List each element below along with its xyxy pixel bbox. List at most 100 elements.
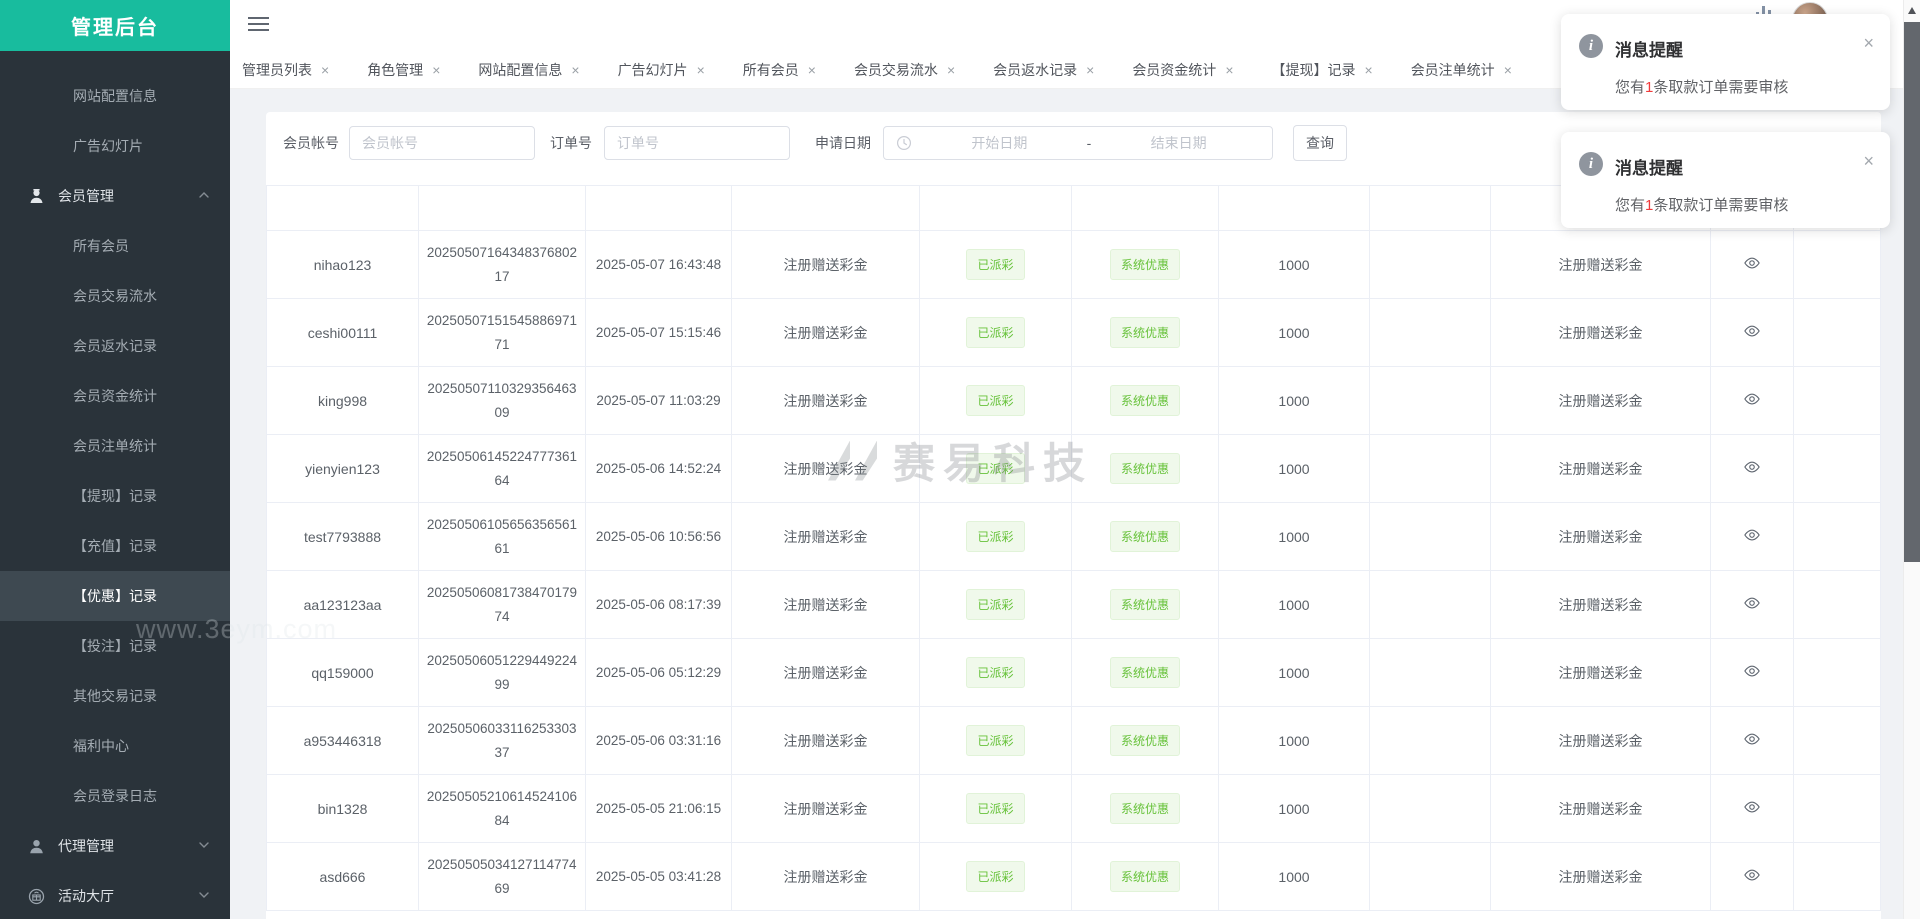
search-button[interactable]: 查询 bbox=[1293, 125, 1347, 161]
close-icon[interactable]: × bbox=[1863, 34, 1874, 52]
table-row[interactable]: ceshi00111 2025050715154588697171 2025-0… bbox=[266, 298, 1881, 367]
table-row[interactable]: qq159000 2025050605122944922499 2025-05-… bbox=[266, 638, 1881, 707]
sidebar-item[interactable]: 会员登录日志 bbox=[0, 771, 230, 821]
cell-date: 2025-05-05 03:41:28 bbox=[585, 842, 732, 911]
eye-icon[interactable] bbox=[1743, 526, 1761, 544]
eye-icon[interactable] bbox=[1743, 798, 1761, 816]
tab[interactable]: 网站配置信息 × bbox=[478, 60, 579, 80]
sidebar-item[interactable]: 会员管理 bbox=[0, 171, 230, 221]
cell-order-no: 2025050715154588697171 bbox=[418, 298, 586, 367]
eye-icon[interactable] bbox=[1743, 322, 1761, 340]
hamburger-icon[interactable] bbox=[248, 17, 269, 34]
eye-icon[interactable] bbox=[1743, 662, 1761, 680]
cell-date: 2025-05-06 05:12:29 bbox=[585, 638, 732, 707]
order-input[interactable] bbox=[604, 126, 790, 160]
eye-icon[interactable] bbox=[1743, 730, 1761, 748]
tab[interactable]: 会员返水记录 × bbox=[993, 60, 1094, 80]
tab[interactable]: 会员交易流水 × bbox=[854, 60, 955, 80]
sidebar-item[interactable]: 所有会员 bbox=[0, 221, 230, 271]
type-badge: 系统优惠 bbox=[1109, 521, 1180, 552]
sidebar-item[interactable]: 【提现】记录 bbox=[0, 471, 230, 521]
table-row[interactable]: aa123123aa 2025050608173847017974 2025-0… bbox=[266, 570, 1881, 639]
cell-amount: 1000 bbox=[1218, 434, 1370, 503]
cell-ip bbox=[1369, 502, 1491, 571]
member-icon bbox=[28, 188, 45, 205]
eye-icon[interactable] bbox=[1743, 594, 1761, 612]
scroll-up-icon[interactable] bbox=[1908, 7, 1916, 14]
sidebar-item[interactable]: 其他交易记录 bbox=[0, 671, 230, 721]
tab-close-icon[interactable]: × bbox=[321, 63, 329, 77]
table-row[interactable]: a953446318 2025050603311625330337 2025-0… bbox=[266, 706, 1881, 775]
table-row[interactable]: yienyien123 2025050614522477736164 2025-… bbox=[266, 434, 1881, 503]
cell-status: 已派彩 bbox=[919, 298, 1072, 367]
cell-type: 系统优惠 bbox=[1071, 842, 1219, 911]
tab-close-icon[interactable]: × bbox=[1365, 63, 1373, 77]
eye-icon[interactable] bbox=[1743, 458, 1761, 476]
tab-close-icon[interactable]: × bbox=[697, 63, 705, 77]
sidebar-item[interactable]: 【充值】记录 bbox=[0, 521, 230, 571]
close-icon[interactable]: × bbox=[1863, 152, 1874, 170]
toast-title: 消息提醒 bbox=[1615, 41, 1683, 60]
date-start-input[interactable] bbox=[918, 134, 1081, 152]
date-end-input[interactable] bbox=[1097, 134, 1261, 152]
cell-type: 系统优惠 bbox=[1071, 502, 1219, 571]
eye-icon[interactable] bbox=[1743, 390, 1761, 408]
tab[interactable]: 角色管理 × bbox=[367, 60, 440, 80]
status-badge: 已派彩 bbox=[966, 589, 1025, 620]
tab-close-icon[interactable]: × bbox=[571, 63, 579, 77]
tab[interactable]: 管理员列表 × bbox=[242, 60, 329, 80]
table-row[interactable]: king998 2025050711032935646309 2025-05-0… bbox=[266, 366, 1881, 435]
cell-extra bbox=[1793, 366, 1881, 435]
cell-type: 系统优惠 bbox=[1071, 298, 1219, 367]
cell-extra bbox=[1793, 502, 1881, 571]
column-header bbox=[266, 185, 419, 231]
sidebar-item[interactable]: 会员交易流水 bbox=[0, 271, 230, 321]
table-row[interactable]: bin1328 2025050521061452410684 2025-05-0… bbox=[266, 774, 1881, 843]
cell-action bbox=[1710, 706, 1794, 775]
table-row[interactable]: nihao123 2025050716434837680217 2025-05-… bbox=[266, 230, 1881, 299]
type-badge: 系统优惠 bbox=[1109, 861, 1180, 892]
tab-close-icon[interactable]: × bbox=[808, 63, 816, 77]
cell-date: 2025-05-05 21:06:15 bbox=[585, 774, 732, 843]
eye-icon[interactable] bbox=[1743, 866, 1761, 884]
tab[interactable]: 所有会员 × bbox=[743, 60, 816, 80]
cell-remark: 注册赠送彩金 bbox=[1490, 230, 1711, 299]
account-input[interactable] bbox=[349, 126, 535, 160]
table-row[interactable]: asd666 2025050503412711477469 2025-05-05… bbox=[266, 842, 1881, 911]
sidebar-item[interactable]: 活动大厅 bbox=[0, 871, 230, 919]
tab[interactable]: 会员资金统计 × bbox=[1132, 60, 1233, 80]
cell-action bbox=[1710, 298, 1794, 367]
cell-action bbox=[1710, 638, 1794, 707]
sidebar-item[interactable]: 网站配置信息 bbox=[0, 71, 230, 121]
date-label: 申请日期 bbox=[815, 135, 871, 151]
table-row[interactable]: test7793888 2025050610565635656161 2025-… bbox=[266, 502, 1881, 571]
notification-toast: i 消息提醒 × 您有1条取款订单需要审核 bbox=[1561, 14, 1890, 110]
tab-close-icon[interactable]: × bbox=[1086, 63, 1094, 77]
tab-label: 广告幻灯片 bbox=[617, 62, 688, 78]
sidebar-item[interactable]: 【投注】记录 bbox=[0, 621, 230, 671]
tab-close-icon[interactable]: × bbox=[432, 63, 440, 77]
sidebar-item[interactable]: 福利中心 bbox=[0, 721, 230, 771]
sidebar-item[interactable]: 广告幻灯片 bbox=[0, 121, 230, 171]
tab-close-icon[interactable]: × bbox=[1504, 63, 1512, 77]
vertical-scrollbar[interactable] bbox=[1903, 0, 1920, 919]
date-range-picker[interactable]: - bbox=[883, 126, 1273, 160]
toast-message: 您有1条取款订单需要审核 bbox=[1615, 194, 1788, 215]
tab[interactable]: 会员注单统计 × bbox=[1411, 60, 1512, 80]
scrollbar-thumb[interactable] bbox=[1904, 22, 1920, 562]
eye-icon[interactable] bbox=[1743, 254, 1761, 272]
cell-order-no: 2025050608173847017974 bbox=[418, 570, 586, 639]
sidebar-item[interactable]: 代理管理 bbox=[0, 821, 230, 871]
cell-amount: 1000 bbox=[1218, 502, 1370, 571]
sidebar-item[interactable]: 【优惠】记录 bbox=[0, 571, 230, 621]
tab-label: 会员返水记录 bbox=[993, 62, 1078, 78]
sidebar-item[interactable]: 会员资金统计 bbox=[0, 371, 230, 421]
column-header bbox=[1071, 185, 1219, 231]
sidebar-item[interactable]: 会员返水记录 bbox=[0, 321, 230, 371]
tab-close-icon[interactable]: × bbox=[1225, 63, 1233, 77]
tab[interactable]: 【提现】记录 × bbox=[1272, 60, 1373, 80]
tab[interactable]: 广告幻灯片 × bbox=[618, 60, 705, 80]
cell-date: 2025-05-07 16:43:48 bbox=[585, 230, 732, 299]
tab-close-icon[interactable]: × bbox=[947, 63, 955, 77]
sidebar-item[interactable]: 会员注单统计 bbox=[0, 421, 230, 471]
